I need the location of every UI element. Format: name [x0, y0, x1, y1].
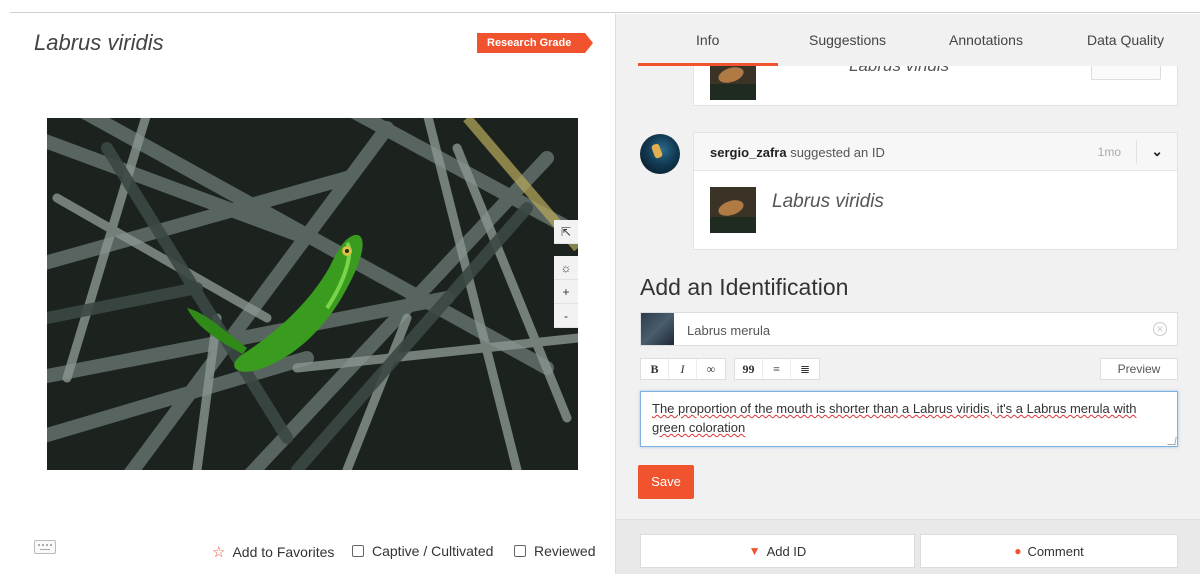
add-identification-title: Add an Identification	[640, 274, 849, 300]
identification-header: sergio_zafra suggested an ID 1mo ⌄	[694, 133, 1177, 171]
identification-taxon[interactable]: Labrus viridis	[772, 191, 884, 213]
save-button[interactable]: Save	[638, 465, 694, 499]
resize-handle[interactable]	[1167, 437, 1177, 445]
brightness-icon[interactable]: ☼	[554, 256, 578, 280]
star-icon: ☆	[212, 544, 226, 561]
tab-annotations[interactable]: Annotations	[949, 32, 1023, 48]
zoom-out-button[interactable]: -	[554, 304, 578, 328]
clear-icon[interactable]: ✕	[1153, 322, 1167, 336]
taxon-autocomplete: ✕	[640, 312, 1178, 346]
comment-icon: ●	[1014, 544, 1022, 558]
comment-label: Comment	[1027, 543, 1084, 559]
photo-image	[47, 118, 578, 470]
identification-action: suggested an ID	[786, 145, 885, 160]
tab-suggestions[interactable]: Suggestions	[809, 32, 886, 48]
format-group: B I ∞	[640, 358, 726, 380]
reviewed-checkbox[interactable]: Reviewed	[514, 543, 595, 559]
header-divider	[1136, 140, 1137, 164]
quote-icon[interactable]: 99	[735, 359, 763, 379]
observation-photo[interactable]	[47, 118, 578, 470]
previous-taxon-name[interactable]: Labrus viridis	[849, 66, 949, 76]
observation-panel: Labrus viridis Research Grade ⇱ ☼ + - ☆ …	[0, 14, 615, 574]
captive-label: Captive / Cultivated	[372, 543, 494, 559]
markdown-toolbar: B I ∞ 99 ≡ ≣	[640, 358, 828, 380]
user-link[interactable]: sergio_zafra	[710, 145, 787, 160]
observation-title: Labrus viridis	[34, 30, 164, 55]
taxon-thumbnail	[710, 187, 756, 233]
action-bar: ▼ Add ID ● Comment	[616, 519, 1200, 574]
identification-time: 1mo	[1097, 145, 1121, 159]
remarks-text: The proportion of the mouth is shorter t…	[652, 401, 1137, 435]
taxon-search-input[interactable]	[687, 320, 1127, 340]
block-group: 99 ≡ ≣	[734, 358, 820, 380]
activity-panel: Info Suggestions Annotations Data Qualit…	[615, 14, 1200, 574]
add-id-button[interactable]: ▼ Add ID	[640, 534, 915, 568]
preview-button[interactable]: Preview	[1100, 358, 1178, 380]
identification-card: sergio_zafra suggested an ID 1mo ⌄ Labru…	[693, 132, 1178, 250]
link-icon[interactable]: ∞	[697, 359, 725, 379]
tab-bar: Info Suggestions Annotations Data Qualit…	[616, 14, 1200, 66]
add-to-favorites[interactable]: ☆ Add to Favorites	[212, 543, 334, 561]
observation-footer: ☆ Add to Favorites Captive / Cultivated …	[0, 524, 615, 574]
keyboard-icon[interactable]	[34, 540, 56, 554]
identification-remarks[interactable]: The proportion of the mouth is shorter t…	[640, 391, 1178, 447]
previous-identification-card: Labrus viridis	[693, 66, 1178, 106]
taxon-photo-thumbnail	[641, 313, 674, 345]
checkbox-icon	[352, 545, 364, 557]
italic-button[interactable]: I	[669, 359, 697, 379]
checkbox-icon	[514, 545, 526, 557]
identification-author: sergio_zafra suggested an ID	[710, 145, 885, 160]
chevron-down-icon[interactable]: ⌄	[1151, 143, 1163, 160]
zoom-in-button[interactable]: +	[554, 280, 578, 304]
top-divider	[10, 12, 1200, 13]
favorites-label: Add to Favorites	[232, 544, 335, 560]
observation-page: Labrus viridis Research Grade ⇱ ☼ + - ☆ …	[0, 0, 1200, 574]
captive-checkbox[interactable]: Captive / Cultivated	[352, 543, 493, 559]
comment-button[interactable]: ● Comment	[920, 534, 1178, 568]
bold-button[interactable]: B	[641, 359, 669, 379]
photo-toolbar: ⇱ ☼ + -	[554, 220, 578, 328]
shield-icon: ▼	[748, 544, 761, 558]
reviewed-label: Reviewed	[534, 543, 596, 559]
add-id-label: Add ID	[766, 543, 807, 559]
avatar[interactable]	[640, 134, 680, 174]
tab-info[interactable]: Info	[696, 32, 719, 48]
tab-data-quality[interactable]: Data Quality	[1087, 32, 1164, 48]
external-link-icon[interactable]: ⇱	[554, 220, 578, 244]
bulleted-list-icon[interactable]: ≡	[763, 359, 791, 379]
taxon-thumbnail	[710, 66, 756, 100]
research-grade-badge: Research Grade	[477, 33, 594, 53]
numbered-list-icon[interactable]: ≣	[791, 359, 819, 379]
agree-button[interactable]	[1091, 66, 1161, 80]
